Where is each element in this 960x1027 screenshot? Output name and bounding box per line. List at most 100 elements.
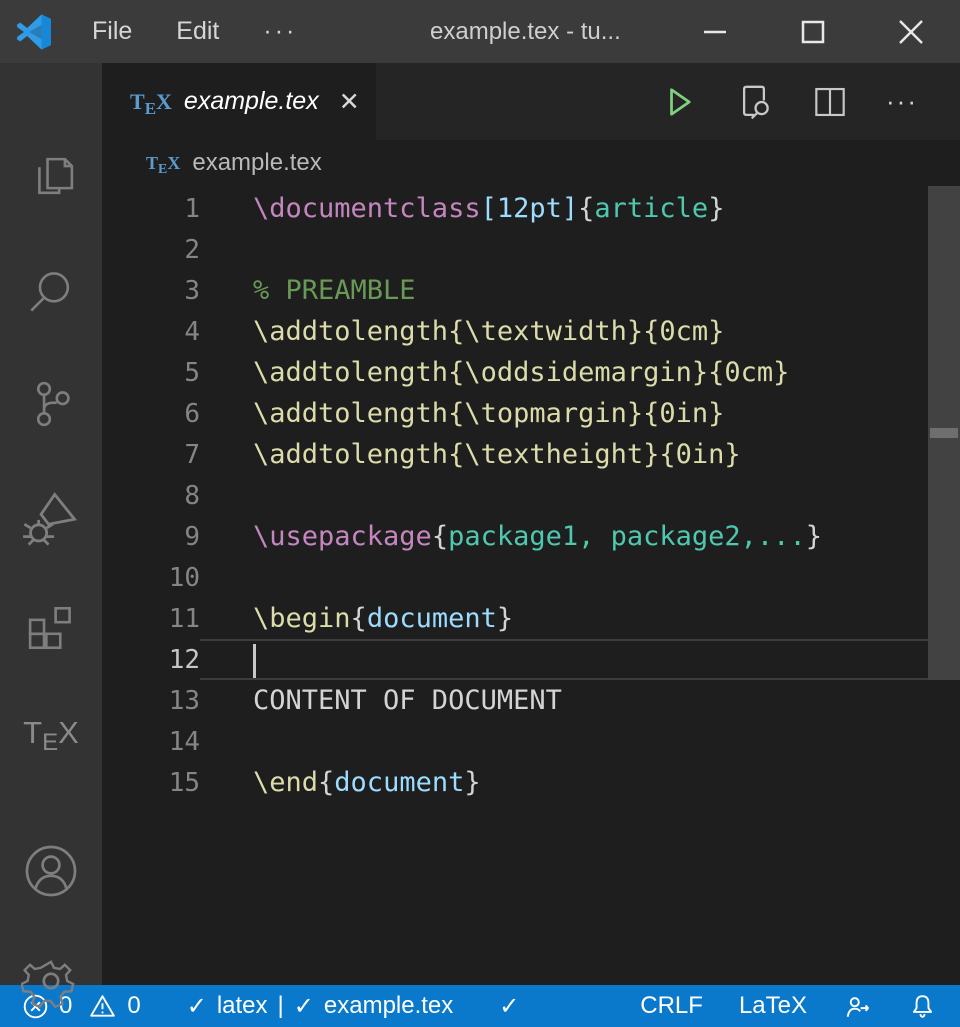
- menu-edit[interactable]: Edit: [176, 17, 219, 46]
- line-content: \addtolength{\textheight}{0in}: [200, 434, 960, 475]
- source-control-icon[interactable]: [0, 375, 102, 433]
- line-content: [200, 229, 960, 270]
- notifications-bell-icon[interactable]: [909, 992, 936, 1021]
- line-content: \usepackage{package1, package2,...}: [200, 516, 960, 557]
- build-label: latex: [217, 992, 268, 1020]
- line-content: [200, 475, 960, 516]
- maximize-button[interactable]: [764, 0, 862, 63]
- activity-bar: TEX: [0, 63, 102, 985]
- line-number[interactable]: 2: [102, 235, 200, 265]
- vscode-logo: [16, 14, 52, 50]
- code-token: % PREAMBLE: [253, 275, 416, 306]
- line-number[interactable]: 5: [102, 358, 200, 388]
- language-mode[interactable]: LaTeX: [739, 992, 807, 1020]
- minimize-button[interactable]: [666, 0, 764, 63]
- check-icon: ✓: [294, 992, 314, 1021]
- code-token: package1, package2,...: [448, 521, 806, 552]
- code-line[interactable]: 14: [102, 721, 960, 762]
- search-icon[interactable]: [0, 263, 102, 321]
- line-content: CONTENT OF DOCUMENT: [200, 680, 960, 721]
- line-number[interactable]: 11: [102, 604, 200, 634]
- account-icon[interactable]: [0, 841, 102, 901]
- code-line[interactable]: 3 % PREAMBLE: [102, 270, 960, 311]
- title-bar: File Edit ··· example.tex - tu...: [0, 0, 960, 63]
- line-content: \begin{document}: [200, 598, 960, 639]
- code-line[interactable]: 13 CONTENT OF DOCUMENT: [102, 680, 960, 721]
- code-line[interactable]: 15\end{document}: [102, 762, 960, 803]
- code-line[interactable]: 9\usepackage{package1, package2,...}: [102, 516, 960, 557]
- code-line[interactable]: 8: [102, 475, 960, 516]
- menu-overflow-icon[interactable]: ···: [263, 17, 297, 46]
- code-token: article: [594, 193, 708, 224]
- code-editor[interactable]: 1\documentclass[12pt]{article}23% PREAMB…: [102, 186, 960, 985]
- code-token: {: [318, 767, 334, 798]
- code-token: {: [351, 603, 367, 634]
- line-number[interactable]: 7: [102, 440, 200, 470]
- code-token: \addtolength{\oddsidemargin}{0cm}: [253, 357, 789, 388]
- code-line[interactable]: 2: [102, 229, 960, 270]
- code-token: [12pt]: [481, 193, 579, 224]
- line-number[interactable]: 13: [102, 686, 200, 716]
- tab-bar: TEX example.tex ✕ ···: [102, 63, 960, 140]
- code-line[interactable]: 10: [102, 557, 960, 598]
- line-number[interactable]: 8: [102, 481, 200, 511]
- code-token: }: [806, 521, 822, 552]
- file-label: example.tex: [324, 992, 453, 1020]
- feedback-icon[interactable]: [843, 993, 873, 1020]
- line-content: [200, 639, 960, 680]
- more-actions-icon[interactable]: ···: [886, 86, 918, 117]
- lint-status[interactable]: ✓: [499, 992, 519, 1021]
- view-pdf-preview-icon[interactable]: [734, 83, 774, 121]
- run-debug-icon[interactable]: [0, 487, 102, 549]
- tex-file-icon: TEX: [130, 89, 172, 115]
- tab-example-tex[interactable]: TEX example.tex ✕: [102, 63, 376, 140]
- code-line[interactable]: 12: [102, 639, 960, 680]
- line-number[interactable]: 1: [102, 194, 200, 224]
- code-line[interactable]: 5 \addtolength{\oddsidemargin}{0cm}: [102, 352, 960, 393]
- code-line[interactable]: 7 \addtolength{\textheight}{0in}: [102, 434, 960, 475]
- line-number[interactable]: 3: [102, 276, 200, 306]
- tex-file-icon-small: TEX: [146, 153, 180, 174]
- code-token: \addtolength{\textheight}{0in}: [253, 439, 741, 470]
- code-token: \begin: [253, 603, 351, 634]
- line-number[interactable]: 9: [102, 522, 200, 552]
- code-token: CONTENT OF DOCUMENT: [253, 685, 562, 716]
- line-content: \addtolength{\textwidth}{0cm}: [200, 311, 960, 352]
- tab-close-icon[interactable]: ✕: [339, 87, 360, 117]
- settings-gear-icon[interactable]: [0, 951, 102, 1011]
- line-number[interactable]: 12: [102, 645, 200, 675]
- code-token: }: [708, 193, 724, 224]
- line-number[interactable]: 6: [102, 399, 200, 429]
- line-content: [200, 721, 960, 762]
- code-token: document: [367, 603, 497, 634]
- code-line[interactable]: 6 \addtolength{\topmargin}{0in}: [102, 393, 960, 434]
- window-controls: [666, 0, 960, 63]
- menu-file[interactable]: File: [92, 17, 132, 46]
- split-editor-icon[interactable]: [812, 84, 848, 120]
- eol-indicator[interactable]: CRLF: [640, 992, 703, 1020]
- line-content: \documentclass[12pt]{article}: [200, 188, 960, 229]
- breadcrumb[interactable]: TEX example.tex: [102, 140, 960, 186]
- line-number[interactable]: 15: [102, 768, 200, 798]
- code-line[interactable]: 4\addtolength{\textwidth}{0cm}: [102, 311, 960, 352]
- code-token: }: [464, 767, 480, 798]
- code-token: {: [578, 193, 594, 224]
- breadcrumb-file[interactable]: example.tex: [192, 149, 321, 177]
- line-number[interactable]: 4: [102, 317, 200, 347]
- check-icon: ✓: [499, 992, 519, 1021]
- code-token: {: [432, 521, 448, 552]
- code-line[interactable]: 1\documentclass[12pt]{article}: [102, 188, 960, 229]
- code-token: }: [497, 603, 513, 634]
- extensions-icon[interactable]: [0, 599, 102, 657]
- latex-build-status[interactable]: ✓ latex | ✓ example.tex: [187, 992, 454, 1021]
- line-number[interactable]: 14: [102, 727, 200, 757]
- line-number[interactable]: 10: [102, 563, 200, 593]
- warnings-count: 0: [127, 992, 140, 1020]
- explorer-icon[interactable]: [0, 151, 102, 209]
- build-run-icon[interactable]: [662, 85, 696, 119]
- latex-workshop-icon[interactable]: TEX: [0, 715, 102, 751]
- code-line[interactable]: 11\begin{document}: [102, 598, 960, 639]
- code-token: \addtolength{\topmargin}{0in}: [253, 398, 724, 429]
- scrollbar-thumb[interactable]: [928, 186, 960, 680]
- close-button[interactable]: [862, 0, 960, 63]
